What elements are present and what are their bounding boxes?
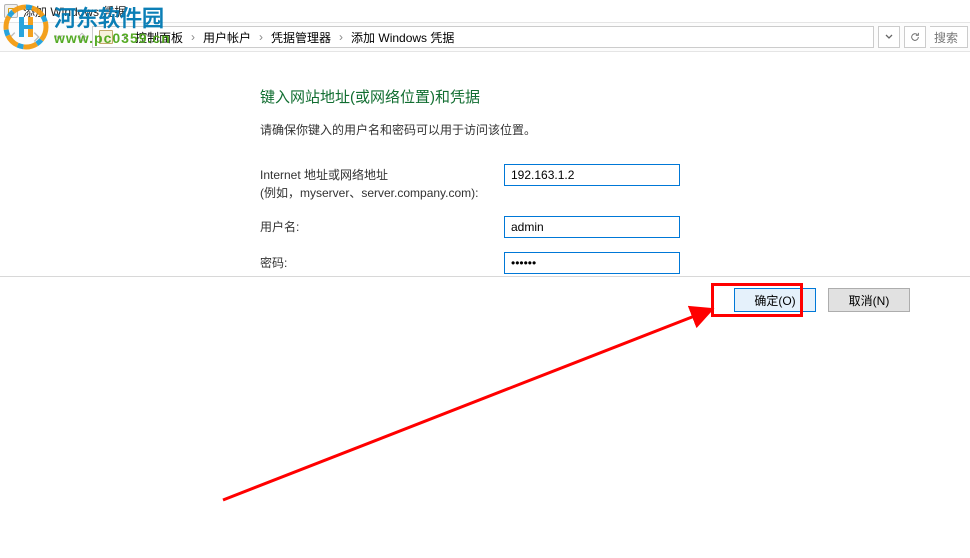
site-watermark: 河东软件园 www.pc0359.cn: [2, 3, 171, 51]
divider: [0, 276, 970, 277]
breadcrumb-separator: ›: [253, 30, 269, 44]
breadcrumb-separator: ›: [185, 30, 201, 44]
breadcrumb[interactable]: › 控制面板 › 用户帐户 › 凭据管理器 › 添加 Windows 凭据: [92, 26, 874, 48]
password-input[interactable]: [504, 252, 680, 274]
button-bar: 确定(O) 取消(N): [0, 288, 970, 312]
row-username: 用户名:: [260, 216, 970, 238]
page-title: 键入网站地址(或网络位置)和凭据: [260, 86, 970, 107]
row-password: 密码:: [260, 252, 970, 274]
search-placeholder: 搜索: [934, 29, 958, 46]
search-box[interactable]: 搜索: [930, 26, 968, 48]
ok-button[interactable]: 确定(O): [734, 288, 816, 312]
refresh-button[interactable]: [904, 26, 926, 48]
breadcrumb-item[interactable]: 凭据管理器: [269, 29, 333, 46]
cancel-button[interactable]: 取消(N): [828, 288, 910, 312]
row-address: Internet 地址或网络地址 (例如，myserver、server.com…: [260, 164, 970, 202]
breadcrumb-separator: ›: [333, 30, 349, 44]
username-label: 用户名:: [260, 216, 504, 236]
address-label: Internet 地址或网络地址 (例如，myserver、server.com…: [260, 164, 504, 202]
breadcrumb-item[interactable]: 添加 Windows 凭据: [349, 29, 456, 46]
breadcrumb-dropdown[interactable]: [878, 26, 900, 48]
breadcrumb-item[interactable]: 用户帐户: [201, 29, 253, 46]
username-input[interactable]: [504, 216, 680, 238]
watermark-logo-icon: [2, 3, 50, 51]
watermark-name: 河东软件园: [54, 7, 171, 31]
password-label: 密码:: [260, 252, 504, 272]
address-input[interactable]: [504, 164, 680, 186]
main-content: 键入网站地址(或网络位置)和凭据 请确保你键入的用户名和密码可以用于访问该位置。…: [0, 52, 970, 274]
annotation-arrow: [215, 300, 735, 510]
page-subtitle: 请确保你键入的用户名和密码可以用于访问该位置。: [260, 121, 970, 138]
watermark-url: www.pc0359.cn: [54, 31, 171, 46]
